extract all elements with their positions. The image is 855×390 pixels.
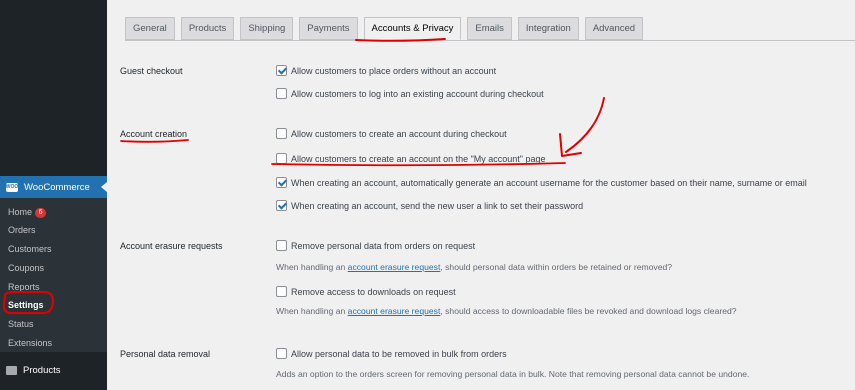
generate-username-option[interactable]: When creating an account, automatically …: [276, 177, 807, 188]
sidebar-item-home[interactable]: Home 6: [8, 205, 47, 219]
remove-download-access-option[interactable]: Remove access to downloads on request: [276, 286, 456, 297]
checkbox[interactable]: [276, 65, 287, 76]
account-erasure-request-link[interactable]: account erasure request: [348, 262, 441, 272]
checkbox[interactable]: [276, 200, 287, 211]
guest-checkout-option[interactable]: Allow customers to place orders without …: [276, 65, 496, 76]
checkbox[interactable]: [276, 88, 287, 99]
tab-advanced[interactable]: Advanced: [584, 17, 644, 40]
personal-data-removal-label: Personal data removal: [120, 349, 211, 359]
sidebar-item-coupons[interactable]: Coupons: [8, 261, 44, 275]
create-account-checkout-option[interactable]: Allow customers to create an account dur…: [276, 128, 507, 139]
guest-checkout-label: Guest checkout: [120, 66, 183, 76]
settings-tabs: General Products Shipping Payments Accou…: [125, 17, 649, 41]
sidebar-item-reports[interactable]: Reports: [8, 280, 40, 294]
sidebar-item-status[interactable]: Status: [8, 317, 34, 331]
sidebar-item-orders[interactable]: Orders: [8, 223, 36, 237]
tab-emails[interactable]: Emails: [467, 17, 512, 40]
description-text: , should access to downloadable files be…: [440, 306, 737, 316]
products-icon: [6, 365, 17, 375]
option-label: Remove access to downloads on request: [291, 286, 456, 297]
remove-download-access-description: When handling an account erasure request…: [276, 306, 737, 316]
red-annotation-overlay: [2, 38, 605, 314]
create-account-myaccount-option[interactable]: Allow customers to create an account on …: [276, 153, 546, 164]
account-erasure-label: Account erasure requests: [120, 241, 223, 251]
sidebar-item-products[interactable]: Products: [0, 360, 107, 380]
checkbox[interactable]: [276, 128, 287, 139]
notification-badge: 6: [35, 208, 47, 218]
tab-integration[interactable]: Integration: [517, 17, 579, 40]
checkbox[interactable]: [276, 153, 287, 164]
sidebar-item-woocommerce[interactable]: WOO WooCommerce: [0, 176, 107, 198]
sidebar-item-label: Products: [23, 364, 61, 376]
bulk-remove-personal-data-option[interactable]: Allow personal data to be removed in bul…: [276, 348, 507, 359]
tab-shipping[interactable]: Shipping: [240, 17, 294, 40]
option-label: Allow customers to place orders without …: [291, 65, 497, 76]
option-label: Allow customers to create an account dur…: [291, 128, 507, 139]
checkbox[interactable]: [276, 348, 287, 359]
annotation-underline-account-creation: [120, 139, 189, 143]
account-creation-label: Account creation: [120, 129, 188, 139]
option-label: Allow customers to create an account on …: [291, 153, 546, 164]
description-text: When handling an: [276, 262, 348, 272]
option-label: Allow customers to log into an existing …: [291, 88, 544, 99]
option-label: When creating an account, send the new u…: [291, 200, 584, 211]
woocommerce-logo-icon: WOO: [5, 182, 19, 192]
tab-products[interactable]: Products: [180, 17, 235, 40]
tab-payments[interactable]: Payments: [299, 17, 358, 40]
sidebar-item-label: Home: [8, 207, 33, 217]
option-label: Remove personal data from orders on requ…: [291, 240, 476, 251]
checkbox[interactable]: [276, 240, 287, 251]
tab-accounts-privacy[interactable]: Accounts & Privacy: [363, 17, 462, 40]
sidebar-item-label: WooCommerce: [24, 181, 90, 193]
bulk-remove-description: Adds an option to the orders screen for …: [276, 369, 750, 379]
checkbox[interactable]: [276, 286, 287, 297]
sidebar-item-customers[interactable]: Customers: [8, 242, 52, 256]
tab-general[interactable]: General: [125, 17, 175, 40]
option-label: When creating an account, automatically …: [291, 177, 807, 188]
description-text: , should personal data within orders be …: [440, 262, 673, 272]
account-erasure-request-link[interactable]: account erasure request: [348, 306, 441, 316]
sidebar-item-settings[interactable]: Settings: [8, 298, 44, 312]
checkbox[interactable]: [276, 177, 287, 188]
guest-login-option[interactable]: Allow customers to log into an existing …: [276, 88, 544, 99]
send-password-link-option[interactable]: When creating an account, send the new u…: [276, 200, 583, 211]
description-text: When handling an: [276, 306, 348, 316]
sidebar-item-extensions[interactable]: Extensions: [8, 336, 52, 350]
annotation-arrow-head: [559, 133, 582, 157]
remove-order-data-option[interactable]: Remove personal data from orders on requ…: [276, 240, 475, 251]
annotation-arrow-shaft: [565, 97, 605, 153]
remove-order-data-description: When handling an account erasure request…: [276, 262, 672, 272]
option-label: Allow personal data to be removed in bul…: [291, 348, 507, 359]
